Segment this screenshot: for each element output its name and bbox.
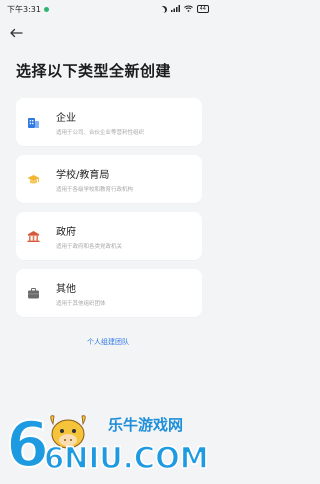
watermark-domain: 6NIU.COM [44,441,209,475]
government-description: 适用于政府和各类党政机关 [56,244,123,250]
enterprise-description: 适用于公司、合伙企业等营利性组织 [56,130,145,136]
personal-team-link[interactable]: 个人组建团队 [0,337,216,347]
status-left: 下午3:31 [7,4,49,15]
back-button[interactable] [9,28,23,38]
notification-dot-icon [43,6,49,12]
enterprise-title: 企业 [56,113,76,124]
signal-icon [170,4,180,14]
briefcase-icon [27,285,40,299]
school-title: 学校/教育局 [56,170,110,181]
status-bar: 下午3:31 44 [0,0,216,18]
wifi-icon [183,5,193,14]
other-option-card[interactable]: 其他 适用于其他组织团体 [16,269,202,317]
government-option-card[interactable]: 政府 适用于政府和各类党政机关 [16,212,202,260]
back-arrow-icon [10,28,23,38]
page-title: 选择以下类型全新创建 [16,62,172,80]
school-option-card[interactable]: 学校/教育局 适用于各级学校和教育行政机构 [16,155,202,203]
government-building-icon [27,228,40,242]
status-time: 下午3:31 [7,4,41,14]
building-icon [27,114,40,128]
other-title: 其他 [56,284,76,295]
other-description: 适用于其他组织团体 [56,301,106,307]
graduation-cap-icon [27,171,40,184]
watermark-logo: 6 乐牛游戏网 6NIU.COM [4,407,214,482]
status-right: 44 [159,4,209,14]
enterprise-option-card[interactable]: 企业 适用于公司、合伙企业等营利性组织 [16,98,202,146]
logo-six: 6 [6,408,49,480]
school-description: 适用于各级学校和教育行政机构 [56,187,134,193]
battery-indicator: 44 [196,5,209,13]
watermark-brand: 乐牛游戏网 [108,416,183,434]
do-not-disturb-icon [159,5,168,14]
government-title: 政府 [56,227,76,238]
